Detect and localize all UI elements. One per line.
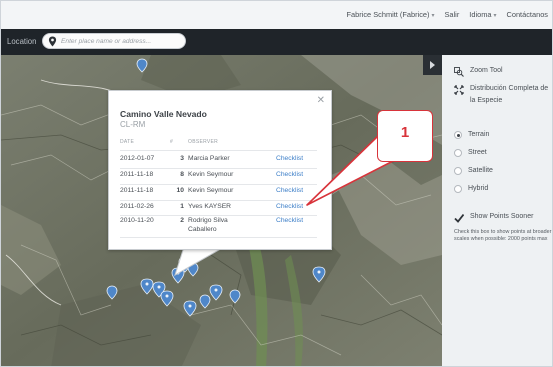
checklist-link[interactable]: Checklist	[276, 217, 303, 224]
show-points-hint: Check this box to show points at broader…	[454, 229, 552, 242]
annotation-callout: 1	[377, 110, 433, 162]
row-observer-line-1: Rodrigo Silva	[188, 217, 228, 224]
panel-toggle-button[interactable]	[423, 55, 442, 75]
row-observer: Marcia Parker	[188, 155, 230, 162]
full-distribution-label-line-1: Distribución Completa de	[470, 85, 549, 92]
play-arrow-icon	[430, 61, 435, 69]
checklist-link[interactable]: Checklist	[276, 155, 303, 162]
checklist-link[interactable]: Checklist	[276, 187, 303, 194]
top-bar: Fabrice Schmitt (Fabrice) ▾ Salir Idioma ▾…	[1, 1, 552, 30]
language-menu[interactable]: Idioma ▾	[469, 10, 496, 19]
zoom-tool-icon	[454, 67, 464, 77]
row-date: 2011-11-18	[120, 171, 154, 178]
chevron-down-icon: ▾	[431, 13, 435, 19]
side-panel: Zoom Tool Distribución Completa de la Es…	[442, 55, 552, 366]
show-points-sooner-label: Show Points Sooner	[470, 213, 534, 220]
language-menu-label: Idioma	[469, 10, 492, 19]
divider	[120, 237, 317, 238]
divider	[120, 150, 317, 151]
column-header-date: DATE	[120, 139, 135, 145]
row-date: 2010-11-20	[120, 217, 154, 224]
divider	[120, 168, 317, 169]
location-search[interactable]	[42, 33, 186, 49]
top-nav: Fabrice Schmitt (Fabrice) ▾ Salir Idioma ▾…	[347, 10, 548, 19]
map-type-label: Terrain	[468, 131, 490, 138]
divider	[120, 200, 317, 201]
map-type-label: Street	[468, 149, 487, 156]
map-type-label: Satellite	[468, 167, 493, 174]
checkmark-icon	[454, 213, 464, 223]
logout-link[interactable]: Salir	[445, 10, 460, 19]
chevron-down-icon: ▾	[493, 13, 497, 19]
row-observer-line-2: Caballero	[188, 226, 217, 233]
location-pin-icon	[48, 36, 57, 47]
callout-number: 1	[400, 124, 410, 141]
location-search-input[interactable]	[61, 36, 181, 47]
popup-title: Camino Valle Nevado	[120, 109, 207, 119]
row-count: 8	[180, 171, 184, 178]
radio-icon[interactable]	[454, 149, 462, 157]
expand-icon	[454, 85, 464, 95]
row-observer: Yves KAYSER	[188, 203, 231, 210]
row-count: 1	[180, 203, 184, 210]
row-date: 2011-11-18	[120, 187, 154, 194]
row-date: 2012-01-07	[120, 155, 155, 162]
radio-selected-icon[interactable]	[454, 131, 462, 139]
divider	[120, 184, 317, 185]
location-popup: ✕ Camino Valle Nevado CL-RM DATE # OBSER…	[108, 90, 332, 250]
row-count: 3	[180, 155, 184, 162]
row-count: 2	[180, 217, 184, 224]
radio-icon[interactable]	[454, 167, 462, 175]
column-header-observer: OBSERVER	[188, 139, 219, 145]
app-window: Fabrice Schmitt (Fabrice) ▾ Salir Idioma ▾…	[0, 0, 553, 367]
popup-region-code: CL-RM	[120, 120, 146, 129]
row-date: 2011-02-26	[120, 203, 154, 210]
column-header-count: #	[170, 139, 174, 145]
radio-icon[interactable]	[454, 185, 462, 193]
close-icon[interactable]: ✕	[317, 95, 325, 106]
user-menu[interactable]: Fabrice Schmitt (Fabrice) ▾	[347, 10, 435, 19]
location-label: Location	[7, 37, 37, 46]
row-observer: Kevin Seymour	[188, 187, 234, 194]
row-observer: Kevin Seymour	[188, 171, 234, 178]
row-count: 10	[176, 187, 184, 194]
zoom-tool-label: Zoom Tool	[470, 67, 503, 74]
checklist-link[interactable]: Checklist	[276, 171, 303, 178]
full-distribution-label-line-2: la Especie	[470, 97, 503, 104]
divider	[120, 215, 317, 216]
contact-link[interactable]: Contáctanos	[507, 10, 549, 19]
checklist-link[interactable]: Checklist	[276, 203, 303, 210]
map-type-label: Hybrid	[468, 185, 489, 192]
location-bar: Location	[1, 29, 552, 55]
user-menu-label: Fabrice Schmitt (Fabrice)	[346, 10, 430, 19]
